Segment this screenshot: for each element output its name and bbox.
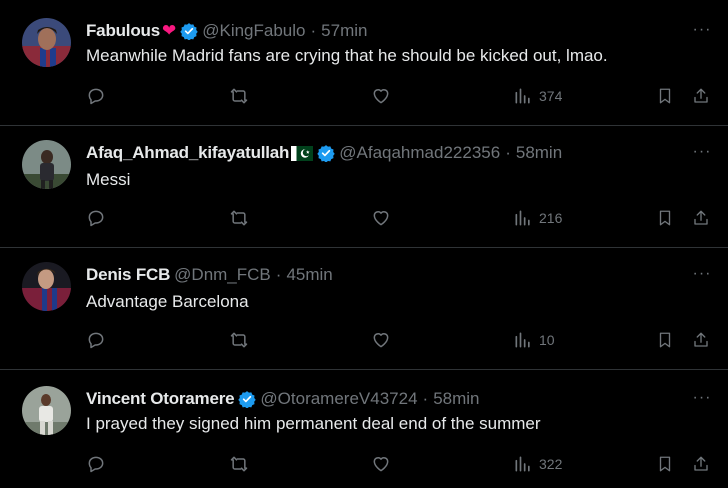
share-button[interactable]: [692, 208, 710, 228]
tweet-text: Advantage Barcelona: [86, 292, 249, 311]
tweet-text: I prayed they signed him permanent deal …: [86, 414, 541, 433]
avatar[interactable]: [22, 262, 71, 311]
share-button[interactable]: [692, 454, 710, 474]
tweet-text: Meanwhile Madrid fans are crying that he…: [86, 46, 608, 65]
author-name[interactable]: Vincent Otoramere: [86, 389, 235, 409]
views-count: 374: [539, 88, 563, 104]
retweet-button[interactable]: [228, 454, 250, 474]
like-button[interactable]: [371, 330, 391, 350]
retweet-button[interactable]: [228, 86, 250, 106]
author-name[interactable]: Denis FCB: [86, 265, 170, 285]
share-button[interactable]: [692, 330, 710, 350]
action-bar: 374: [0, 86, 728, 110]
bookmark-icon: [659, 210, 671, 226]
retweet-button[interactable]: [228, 330, 250, 350]
author-handle[interactable]: @KingFabulo: [202, 21, 305, 41]
red-heart-icon: ❤: [161, 21, 177, 40]
tweet-header: Denis FCB @Dnm_FCB · 45min: [86, 262, 668, 288]
retweet-icon: [230, 88, 248, 104]
reply-icon: [88, 210, 104, 227]
views-count: 216: [539, 210, 563, 226]
retweet-icon: [230, 210, 248, 226]
views-count: 10: [539, 332, 555, 348]
bookmark-icon: [659, 456, 671, 472]
author-name[interactable]: Afaq_Ahmad_kifayatullah: [86, 143, 289, 163]
timestamp[interactable]: 57min: [321, 21, 367, 41]
bookmark-icon: [659, 332, 671, 348]
separator: ·: [275, 265, 282, 284]
like-button[interactable]: [371, 454, 391, 474]
retweet-button[interactable]: [228, 208, 250, 228]
bookmark-button[interactable]: [656, 208, 674, 228]
like-icon: [373, 333, 389, 348]
tweet[interactable]: Denis FCB @Dnm_FCB · 45min ··· Advantage…: [0, 248, 728, 370]
more-icon[interactable]: ···: [690, 388, 714, 408]
action-bar: 322: [0, 454, 728, 478]
retweet-icon: [230, 456, 248, 472]
like-icon: [373, 211, 389, 226]
separator: ·: [422, 389, 429, 408]
views-button[interactable]: 322: [513, 454, 562, 474]
separator: ·: [505, 143, 511, 162]
timestamp[interactable]: 45min: [286, 265, 332, 285]
like-button[interactable]: [371, 208, 391, 228]
share-icon: [694, 332, 708, 347]
like-icon: [373, 457, 389, 472]
action-bar: 216: [0, 208, 728, 232]
share-icon: [694, 456, 708, 471]
reply-button[interactable]: [86, 208, 106, 228]
views-icon: [515, 210, 530, 226]
views-icon: [515, 88, 530, 104]
tweet-header: Afaq_Ahmad_kifayatullah @Afaqahmad222356…: [86, 140, 668, 166]
bookmark-button[interactable]: [656, 330, 674, 350]
bookmark-icon: [659, 88, 671, 104]
bookmark-button[interactable]: [656, 86, 674, 106]
views-button[interactable]: 216: [513, 208, 562, 228]
avatar[interactable]: [22, 386, 71, 435]
tweet[interactable]: Vincent Otoramere @OtoramereV43724 · 58m…: [0, 370, 728, 488]
tweet-header: Vincent Otoramere @OtoramereV43724 · 58m…: [86, 386, 668, 412]
tweet[interactable]: Fabulous ❤ @KingFabulo · 57min ··· Meanw…: [0, 0, 728, 126]
reply-button[interactable]: [86, 454, 106, 474]
tweet-feed: Fabulous ❤ @KingFabulo · 57min ··· Meanw…: [0, 0, 728, 488]
like-icon: [373, 89, 389, 104]
reply-button[interactable]: [86, 330, 106, 350]
views-count: 322: [539, 456, 563, 472]
timestamp[interactable]: 58min: [516, 143, 562, 163]
views-button[interactable]: 10: [513, 330, 555, 350]
tweet-text: Messi: [86, 170, 131, 189]
views-icon: [515, 332, 530, 348]
verified-badge-icon[interactable]: [238, 390, 257, 408]
separator: ·: [310, 21, 317, 40]
share-icon: [694, 88, 708, 103]
views-icon: [515, 456, 530, 472]
share-button[interactable]: [692, 86, 710, 106]
author-name[interactable]: Fabulous: [86, 21, 160, 41]
verified-badge-icon[interactable]: [317, 144, 335, 162]
reply-icon: [88, 332, 104, 349]
reply-button[interactable]: [86, 86, 106, 106]
more-icon[interactable]: ···: [690, 142, 714, 162]
bookmark-button[interactable]: [656, 454, 674, 474]
author-handle[interactable]: @Afaqahmad222356: [339, 143, 500, 163]
tweet-header: Fabulous ❤ @KingFabulo · 57min: [86, 18, 668, 44]
more-icon[interactable]: ···: [690, 20, 714, 40]
reply-icon: [88, 456, 104, 473]
retweet-icon: [230, 332, 248, 348]
pakistan-flag-icon: [291, 145, 314, 161]
action-bar: 10: [0, 330, 728, 354]
more-icon[interactable]: ···: [690, 264, 714, 284]
views-button[interactable]: 374: [513, 86, 562, 106]
avatar[interactable]: [22, 140, 71, 189]
reply-icon: [88, 88, 104, 105]
share-icon: [694, 210, 708, 225]
author-handle[interactable]: @Dnm_FCB: [174, 265, 271, 285]
avatar[interactable]: [22, 18, 71, 67]
like-button[interactable]: [371, 86, 391, 106]
timestamp[interactable]: 58min: [433, 389, 479, 409]
verified-badge-icon[interactable]: [180, 22, 198, 40]
author-handle[interactable]: @OtoramereV43724: [260, 389, 417, 409]
tweet[interactable]: Afaq_Ahmad_kifayatullah @Afaqahmad222356…: [0, 126, 728, 248]
